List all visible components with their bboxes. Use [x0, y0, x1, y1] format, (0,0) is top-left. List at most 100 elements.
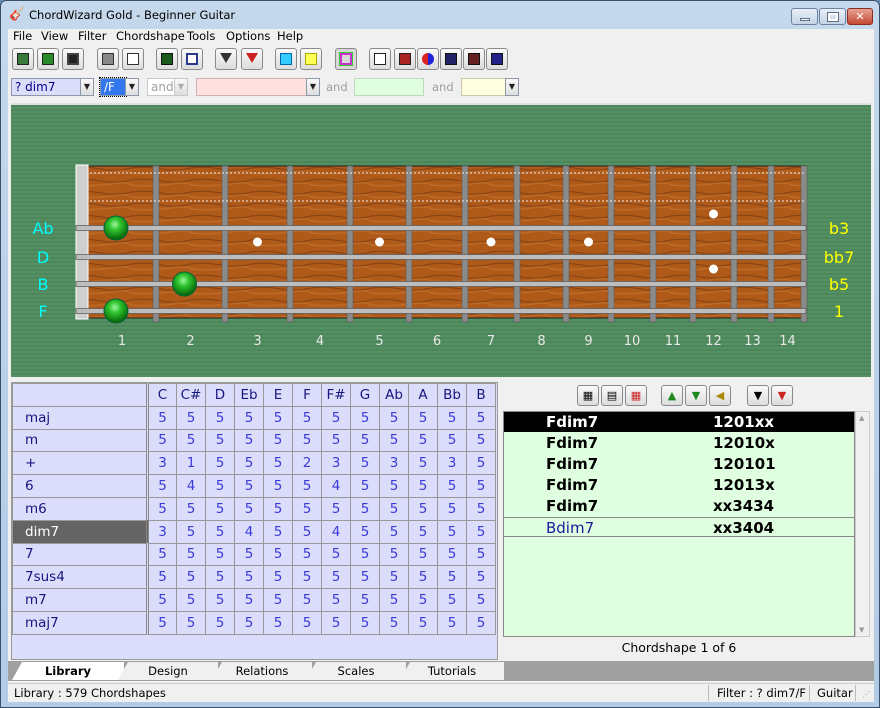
print-preview-button[interactable] [122, 48, 144, 70]
count-cell[interactable]: 5 [292, 588, 322, 612]
count-cell[interactable]: 5 [437, 474, 467, 498]
notes-purple-button[interactable] [486, 48, 508, 70]
count-cell[interactable]: 5 [437, 610, 467, 635]
count-cell[interactable]: 5 [466, 451, 496, 476]
scroll-down-arrow[interactable]: ▼ [859, 626, 864, 634]
count-cell[interactable]: 5 [205, 496, 235, 521]
count-cell[interactable]: 5 [466, 405, 496, 430]
count-cell[interactable]: 5 [408, 588, 438, 612]
count-cell[interactable]: 5 [379, 405, 409, 430]
count-cell[interactable]: 5 [379, 542, 409, 567]
count-cell[interactable]: 5 [350, 496, 380, 521]
count-cell[interactable]: 5 [147, 588, 177, 612]
count-cell[interactable]: 5 [437, 565, 467, 590]
count-cell[interactable]: 5 [408, 610, 438, 635]
count-cell[interactable]: 5 [321, 542, 351, 567]
row-header[interactable]: + [12, 451, 149, 476]
count-cell[interactable]: 5 [350, 542, 380, 567]
move-up-button[interactable]: ▲ [661, 385, 683, 406]
edit-button[interactable] [12, 48, 34, 70]
delete-shape-button[interactable]: ▦ [625, 385, 647, 406]
count-cell[interactable]: 5 [234, 474, 264, 498]
keyboard-button[interactable] [369, 48, 391, 70]
count-cell[interactable]: 5 [379, 565, 409, 590]
count-cell[interactable]: 5 [176, 496, 206, 521]
count-cell[interactable]: 5 [321, 496, 351, 521]
filter-field-4[interactable] [461, 78, 507, 96]
table-row[interactable]: +3 1 5 5 5 2 3 5 3 5 3 5 [12, 451, 496, 476]
notes-blue-button[interactable] [440, 48, 462, 70]
count-cell[interactable]: 5 [234, 405, 264, 430]
row-header[interactable]: 6 [12, 474, 149, 498]
count-cell[interactable]: 3 [437, 451, 467, 476]
tab-relations[interactable]: Relations [212, 662, 312, 680]
count-cell[interactable]: 5 [321, 405, 351, 430]
bass-note-dropdown-arrow[interactable]: ▼ [125, 78, 139, 96]
notes-red-button[interactable] [463, 48, 485, 70]
and-select[interactable]: and [147, 78, 177, 96]
new-button[interactable] [37, 48, 59, 70]
count-cell[interactable]: 5 [234, 451, 264, 476]
count-cell[interactable]: 5 [437, 496, 467, 521]
menu-view[interactable]: View [41, 29, 68, 43]
menu-file[interactable]: File [13, 29, 32, 43]
chordshape-row[interactable]: Fdim7 120101 [504, 454, 854, 474]
count-cell[interactable]: 5 [176, 610, 206, 635]
count-cell[interactable]: 5 [379, 474, 409, 498]
menu-chordshape[interactable]: Chordshape [116, 29, 185, 43]
count-cell[interactable]: 5 [321, 565, 351, 590]
count-cell[interactable]: 2 [292, 451, 322, 476]
chordshape-row[interactable]: Bdim7 xx3404 [504, 517, 854, 537]
count-cell[interactable]: 5 [292, 610, 322, 635]
count-cell[interactable]: 5 [408, 474, 438, 498]
count-cell[interactable]: 5 [408, 542, 438, 567]
layout-button[interactable] [181, 48, 203, 70]
column-header-Bb[interactable]: Bb [437, 383, 467, 407]
clear-filter-button[interactable] [241, 48, 263, 70]
column-header-Ab[interactable]: Ab [379, 383, 409, 407]
count-cell[interactable]: 5 [350, 565, 380, 590]
filter-field-2[interactable] [196, 78, 308, 96]
row-header[interactable]: m6 [12, 496, 149, 521]
count-cell[interactable]: 5 [263, 565, 293, 590]
play-sound-button[interactable]: ◀ [709, 385, 731, 406]
and-dropdown-arrow[interactable]: ▼ [174, 78, 188, 96]
title-bar[interactable]: 🎸 ChordWizard Gold - Beginner Guitar ✕ [1, 1, 879, 29]
resize-grip-icon[interactable]: ⋰ [862, 690, 870, 699]
count-cell[interactable]: 5 [379, 428, 409, 453]
count-cell[interactable]: 5 [408, 565, 438, 590]
count-cell[interactable]: 5 [292, 405, 322, 430]
metronome-button[interactable] [394, 48, 416, 70]
count-cell[interactable]: 5 [234, 542, 264, 567]
close-button[interactable]: ✕ [847, 8, 873, 25]
table-row[interactable]: m6 5 5 5 5 5 5 5 5 5 5 5 5 [12, 496, 496, 521]
column-header-Eb[interactable]: Eb [234, 383, 264, 407]
column-header-D[interactable]: D [205, 383, 235, 407]
count-cell[interactable]: 5 [350, 428, 380, 453]
count-cell[interactable]: 5 [408, 496, 438, 521]
count-cell[interactable]: 5 [234, 610, 264, 635]
count-cell[interactable]: 5 [350, 519, 380, 544]
count-cell[interactable]: 5 [147, 542, 177, 567]
shape-clear-filter-button[interactable]: ▼ [771, 385, 793, 406]
count-cell[interactable]: 5 [147, 565, 177, 590]
count-cell[interactable]: 5 [292, 496, 322, 521]
count-cell[interactable]: 5 [437, 542, 467, 567]
row-header[interactable]: 7sus4 [12, 565, 149, 590]
chordshape-list[interactable]: Fdim7 1201xx Fdim7 12010x Fdim7 120101 Fdim7 12… [503, 411, 855, 637]
count-cell[interactable]: 5 [147, 405, 177, 430]
add-shape-button[interactable]: ▦ [577, 385, 599, 406]
tab-design[interactable]: Design [118, 662, 218, 680]
count-cell[interactable]: 5 [292, 519, 322, 544]
count-cell[interactable]: 5 [321, 428, 351, 453]
count-cell[interactable]: 5 [205, 565, 235, 590]
count-cell[interactable]: 3 [379, 451, 409, 476]
count-cell[interactable]: 3 [147, 451, 177, 476]
row-header[interactable]: m [12, 428, 149, 453]
count-cell[interactable]: 5 [176, 542, 206, 567]
count-cell[interactable]: 5 [321, 588, 351, 612]
count-cell[interactable]: 5 [147, 610, 177, 635]
save-button[interactable] [62, 48, 84, 70]
bass-note-select[interactable]: /F [99, 77, 127, 97]
count-cell[interactable]: 5 [350, 405, 380, 430]
